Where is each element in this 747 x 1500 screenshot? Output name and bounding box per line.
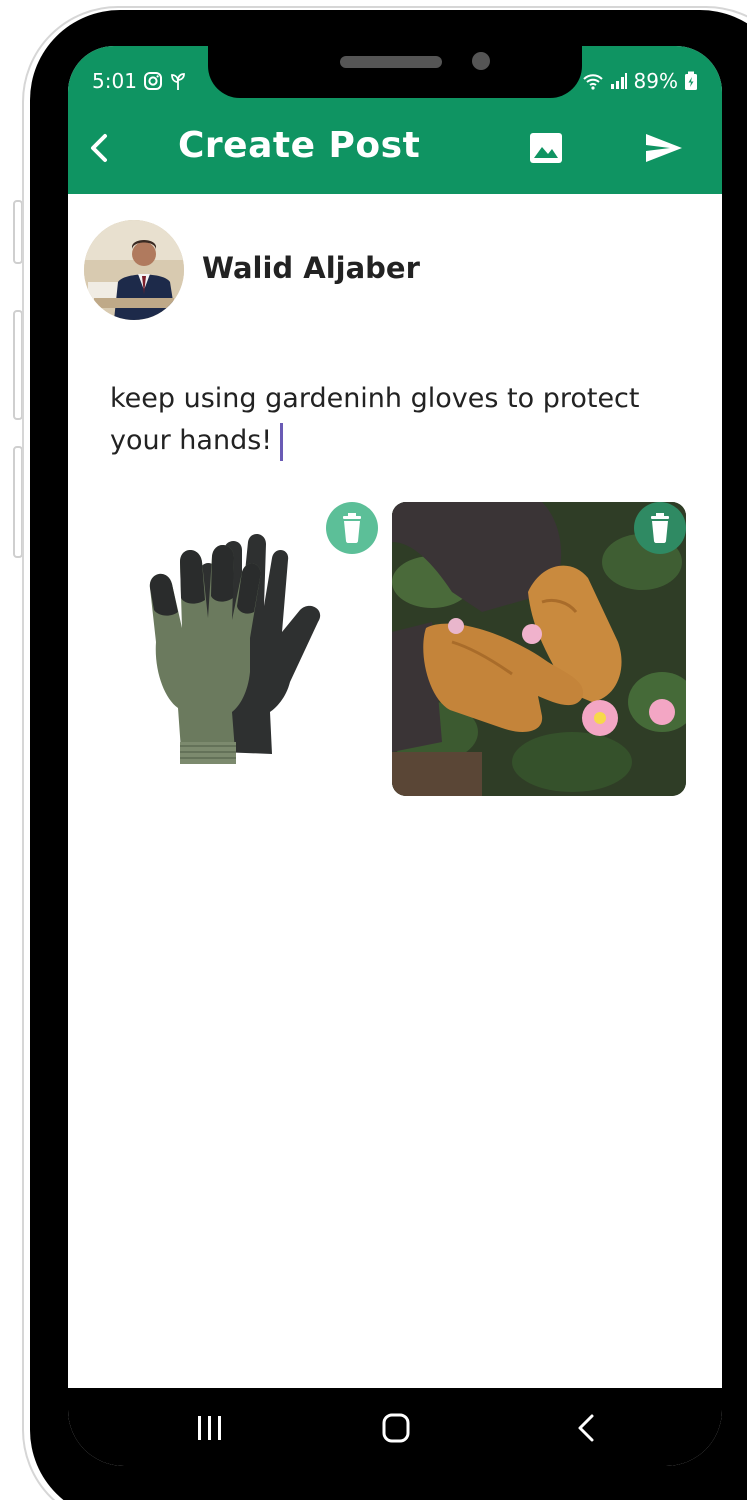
wifi-icon	[582, 74, 603, 90]
back-icon	[578, 1414, 594, 1442]
nav-back-button[interactable]	[558, 1406, 614, 1450]
recent-apps-icon	[198, 1416, 221, 1440]
trash-icon	[343, 513, 361, 543]
delete-attachment-1-button[interactable]	[326, 502, 378, 554]
trash-icon	[651, 513, 669, 543]
send-icon	[646, 134, 682, 162]
front-camera	[472, 52, 490, 70]
sprout-icon	[171, 73, 185, 90]
avatar-photo	[84, 220, 184, 320]
page-title: Create Post	[178, 125, 421, 166]
status-bar-right: 89%	[582, 66, 698, 96]
status-bar-left: 5:01	[92, 66, 187, 96]
avatar[interactable]	[84, 220, 184, 320]
send-button[interactable]	[642, 126, 686, 170]
add-image-button[interactable]	[526, 128, 566, 168]
app-header: 5:01 89% Create Post	[68, 46, 722, 194]
battery-percentage: 89%	[633, 69, 678, 93]
home-button[interactable]	[368, 1406, 424, 1450]
instagram-icon	[143, 72, 162, 90]
back-button[interactable]	[78, 126, 122, 170]
speaker-grille	[340, 56, 442, 68]
text-caret	[280, 422, 284, 461]
post-text-input[interactable]: keep using gardeninh gloves to protect y…	[110, 378, 670, 462]
delete-attachment-2-button[interactable]	[634, 502, 686, 554]
recent-apps-button[interactable]	[182, 1406, 238, 1450]
battery-icon	[685, 71, 697, 90]
post-text-content: keep using gardeninh gloves to protect y…	[110, 383, 649, 456]
system-nav-bar	[68, 1388, 722, 1466]
chevron-left-icon	[91, 134, 107, 162]
device-mockup: 5:01 89% Create Post Walid Aljaber keep …	[0, 0, 747, 1500]
image-icon	[530, 133, 562, 163]
camera-notch	[208, 46, 582, 98]
app-screen: 5:01 89% Create Post Walid Aljaber keep …	[68, 46, 722, 1466]
author-name: Walid Aljaber	[202, 251, 420, 285]
signal-icon	[610, 73, 627, 89]
status-time: 5:01	[92, 69, 137, 93]
home-icon	[382, 1413, 410, 1443]
